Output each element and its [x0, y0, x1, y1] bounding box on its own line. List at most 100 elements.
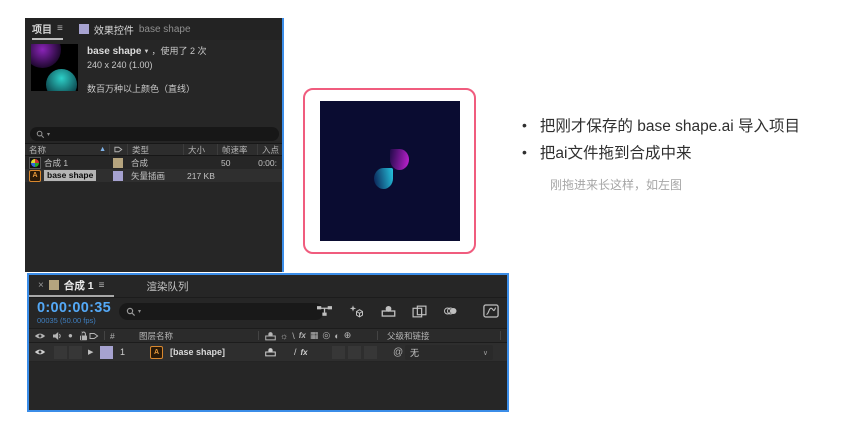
layer-eye[interactable]	[34, 343, 46, 361]
adjustment-layer-icon[interactable]: ◐	[334, 331, 339, 341]
teal-shape	[374, 168, 393, 189]
switch-empty-cell[interactable]	[348, 346, 361, 359]
label-column[interactable]	[89, 329, 99, 342]
motion-blur-icon[interactable]: ◎	[322, 330, 330, 341]
avfs-column-icons: ●	[34, 329, 88, 342]
composition-icon	[29, 157, 41, 169]
fx-icon[interactable]: fx	[299, 331, 306, 340]
page: 项目 ≡ 效果控件 base shape base shape▼，使用了 2 次…	[0, 0, 849, 427]
audio-speaker-icon[interactable]	[52, 331, 62, 341]
switches-column-icons: ☼ \ fx ▦ ◎ ◐ ⊕	[265, 329, 351, 342]
thumbnail-teal-shape	[46, 69, 77, 91]
column-divider	[104, 331, 105, 340]
col-size[interactable]: 大小	[188, 144, 205, 155]
pick-whip-icon[interactable]: @	[393, 347, 403, 358]
label-column-icon[interactable]	[114, 145, 123, 154]
layer-label-color[interactable]	[100, 346, 113, 359]
tab-render-queue[interactable]: 渲染队列	[146, 275, 188, 297]
layer-name-wrap[interactable]: [base shape]	[170, 343, 225, 361]
label-color-tan[interactable]	[113, 158, 123, 168]
audio-switch-cell[interactable]	[54, 346, 67, 359]
footage-dimensions: 240 x 240 (1.00)	[87, 59, 206, 72]
timecode-block[interactable]: 0:00:00:35 00035 (50.00 fps)	[37, 300, 111, 325]
shy-icon[interactable]	[265, 331, 276, 341]
footage-meta: base shape▼，使用了 2 次 240 x 240 (1.00) 数百万…	[87, 44, 206, 95]
expand-triangle-icon[interactable]: ▶	[88, 348, 93, 356]
col-rate[interactable]: 帧速率	[222, 144, 248, 155]
table-row-base-shape[interactable]: A base shape 矢量插画 217 KB	[25, 169, 282, 182]
close-icon[interactable]: ×	[38, 280, 44, 291]
project-items-table: 名称 ▲ 类型 大小 帧速率 入点 合成 1 合成 50	[25, 143, 282, 182]
layer-expand[interactable]: ▶	[88, 343, 93, 361]
col-in[interactable]: 入点	[262, 144, 279, 155]
table-row-comp1[interactable]: 合成 1 合成 50 0:00:	[25, 156, 282, 169]
switch-empty-cell[interactable]	[332, 346, 345, 359]
ai-file-icon: A	[150, 346, 163, 359]
tab-project[interactable]: 项目 ≡	[32, 18, 63, 40]
frame-blend-icon[interactable]: ▦	[310, 330, 319, 341]
note-caption: 刚拖进来长这样，如左图	[550, 176, 844, 193]
footage-usage: ，使用了 2 次	[151, 46, 206, 56]
row-base-shape-size: 217 KB	[187, 171, 215, 181]
footage-color-info: 数百万种以上颜色（直线）	[87, 83, 206, 96]
fx-toggle-icon[interactable]: fx	[301, 348, 308, 357]
search-options-caret[interactable]: ▾	[47, 131, 50, 138]
layer-name-column[interactable]: 图层名称	[139, 329, 173, 342]
layer-number: 1	[120, 347, 125, 357]
project-search-input[interactable]: ▾	[30, 127, 279, 141]
tab-effect-controls[interactable]: 效果控件 base shape	[79, 18, 191, 40]
search-options-caret[interactable]: ▾	[138, 308, 141, 315]
footage-name: base shape	[87, 46, 141, 57]
col-layer-name: 图层名称	[139, 330, 173, 342]
parent-value: 无	[410, 346, 419, 359]
panel-menu-icon[interactable]: ≡	[57, 23, 63, 34]
col-name[interactable]: 名称	[29, 144, 46, 155]
note-bullet-1: • 把刚才保存的 base shape.ai 导入项目	[522, 113, 844, 140]
tab-comp1[interactable]: × 合成 1 ≡	[29, 275, 114, 297]
timeline-search-input[interactable]: ▾	[119, 303, 324, 320]
comp-flowchart-icon[interactable]	[317, 305, 332, 318]
parent-link-column[interactable]: 父级和链接	[387, 329, 430, 342]
column-divider	[500, 331, 501, 340]
label-color-lavender[interactable]	[113, 171, 123, 181]
timeline-panel: × 合成 1 ≡ 渲染队列 0:00:00:35 00035 (50.00 fp…	[27, 273, 509, 412]
frames-info: 00035 (50.00 fps)	[37, 316, 111, 325]
collapse-sun-icon[interactable]: ☼	[280, 331, 288, 341]
row-comp1-in: 0:00:	[258, 158, 277, 168]
row-comp1-type: 合成	[131, 157, 148, 169]
lock-switch-cell[interactable]	[69, 346, 82, 359]
timecode[interactable]: 0:00:00:35	[37, 300, 111, 316]
tab-render-queue-label: 渲染队列	[146, 279, 188, 294]
switch-empty-cell[interactable]	[364, 346, 377, 359]
caret-down-icon[interactable]: ▼	[143, 49, 149, 55]
row-comp1-name: 合成 1	[44, 157, 68, 169]
row-comp1-rate: 50	[221, 158, 230, 168]
motion-blur-icon[interactable]	[443, 305, 458, 317]
layer-name[interactable]: [base shape]	[170, 347, 225, 357]
video-eye-icon[interactable]	[34, 348, 46, 356]
graph-editor-icon[interactable]	[483, 304, 499, 318]
layer-row[interactable]: ▶ 1 A [base shape] / fx @	[29, 343, 507, 362]
sort-up-icon[interactable]: ▲	[99, 146, 106, 153]
index-column[interactable]: #	[110, 329, 115, 342]
video-eye-icon[interactable]	[34, 332, 46, 340]
layer-index: 1	[120, 343, 125, 361]
parent-pickwhip[interactable]: @	[393, 343, 403, 361]
3d-layer-icon[interactable]: ⊕	[344, 330, 352, 341]
col-hash: #	[110, 331, 115, 341]
quality-icon[interactable]: \	[292, 331, 295, 341]
col-type[interactable]: 类型	[132, 144, 149, 155]
quality-toggle-icon[interactable]: /	[294, 347, 297, 357]
column-divider	[258, 331, 259, 340]
timeline-menu-icon[interactable]: ≡	[99, 280, 105, 291]
frame-blend-icon[interactable]	[412, 305, 427, 318]
tab-project-label: 项目	[32, 21, 52, 36]
parent-dropdown[interactable]: 无 ∨	[405, 345, 493, 360]
row-base-shape-name[interactable]: base shape	[44, 170, 96, 181]
row-base-shape-type: 矢量插画	[131, 170, 165, 182]
solo-icon[interactable]: ●	[68, 331, 73, 340]
draft-3d-icon[interactable]	[348, 304, 365, 318]
shy-icon[interactable]	[381, 305, 396, 317]
shy-toggle-icon[interactable]	[265, 347, 276, 357]
col-parent: 父级和链接	[387, 330, 430, 342]
